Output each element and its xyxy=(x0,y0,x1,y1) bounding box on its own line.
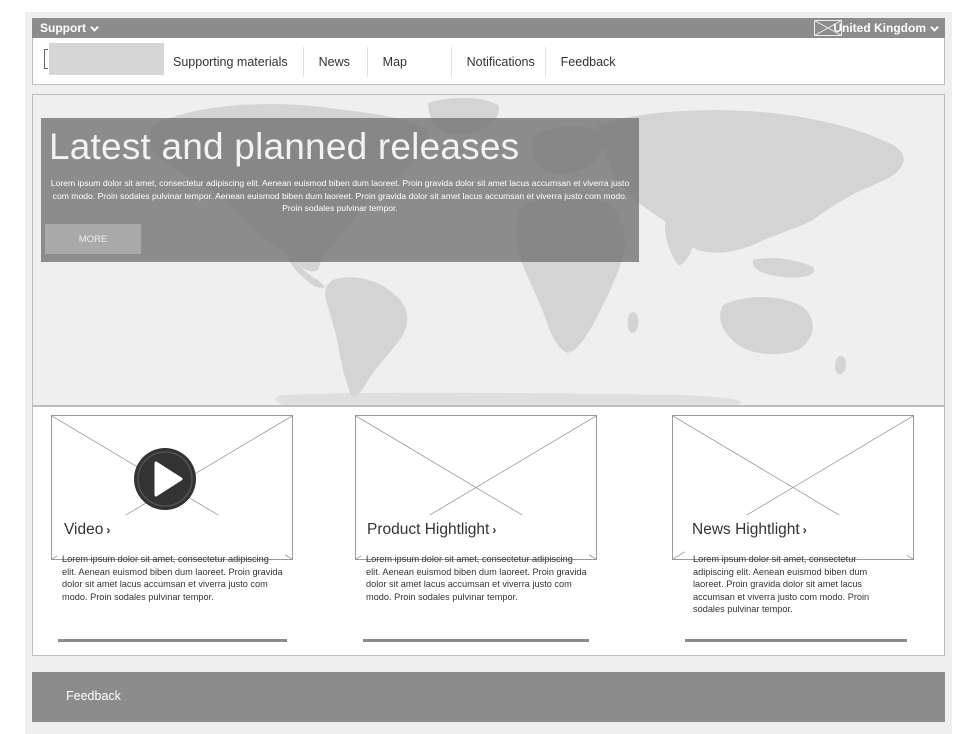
nav-item-feedback[interactable]: Feedback xyxy=(546,47,631,77)
chevron-right-icon: › xyxy=(802,523,807,537)
video-card-title-link[interactable]: Video › xyxy=(64,521,285,539)
play-button[interactable] xyxy=(134,448,196,510)
hero-body-text: Lorem ipsum dolor sit amet, consectetur … xyxy=(50,178,630,213)
video-card-body: Lorem ipsum dolor sit amet, consectetur … xyxy=(62,545,284,603)
product-card-body: Lorem ipsum dolor sit amet, consectetur … xyxy=(366,545,588,603)
news-card-text: Lorem ipsum dolor sit amet, consectetur … xyxy=(693,554,870,615)
chevron-down-icon xyxy=(930,25,939,32)
country-selector[interactable]: United Kingdom xyxy=(833,21,939,35)
nav-item-notifications[interactable]: Notifications xyxy=(452,46,546,77)
logo[interactable] xyxy=(49,43,164,75)
video-card-divider xyxy=(58,639,287,642)
country-label: United Kingdom xyxy=(833,21,926,35)
play-icon xyxy=(137,451,193,507)
hero-title: Latest and planned releases xyxy=(49,126,520,167)
nav-links: Supporting materials News Map Notificati… xyxy=(163,38,631,85)
hero-banner: Latest and planned releases Lorem ipsum … xyxy=(32,94,945,406)
support-menu[interactable]: Support xyxy=(40,21,99,35)
top-bar: Support United Kingdom xyxy=(32,18,945,38)
video-card-title: Video xyxy=(64,521,104,538)
product-card-text: Lorem ipsum dolor sit amet, consectetur … xyxy=(366,554,587,602)
news-card-title: News Hightlight xyxy=(692,521,800,538)
chevron-down-icon xyxy=(90,25,99,32)
product-card-title-link[interactable]: Product Hightlight › xyxy=(367,521,589,539)
product-card-title: Product Hightlight xyxy=(367,521,490,538)
page-frame: Support United Kingdom Supporting materi… xyxy=(25,12,952,734)
main-nav: Supporting materials News Map Notificati… xyxy=(32,38,945,85)
nav-item-map[interactable]: Map xyxy=(368,46,452,77)
hero-overlay-panel: Latest and planned releases Lorem ipsum … xyxy=(41,118,639,262)
chevron-right-icon: › xyxy=(492,523,497,537)
footer: Feedback xyxy=(32,672,945,722)
logo-bracket xyxy=(44,49,48,69)
more-button[interactable]: MORE xyxy=(45,224,141,254)
footer-feedback-link[interactable]: Feedback xyxy=(66,689,121,703)
news-card-body: Lorem ipsum dolor sit amet, consectetur … xyxy=(693,545,883,616)
nav-item-news[interactable]: News xyxy=(304,46,368,77)
video-card-text: Lorem ipsum dolor sit amet, consectetur … xyxy=(62,554,283,602)
content-section: Video › Lorem ipsum dolor sit amet, cons… xyxy=(32,406,945,656)
chevron-right-icon: › xyxy=(106,523,111,537)
news-card-divider xyxy=(685,639,907,642)
support-label: Support xyxy=(40,21,86,35)
news-card-title-link[interactable]: News Hightlight › xyxy=(692,521,907,539)
product-card-divider xyxy=(363,639,589,642)
nav-item-supporting-materials[interactable]: Supporting materials xyxy=(163,46,304,77)
